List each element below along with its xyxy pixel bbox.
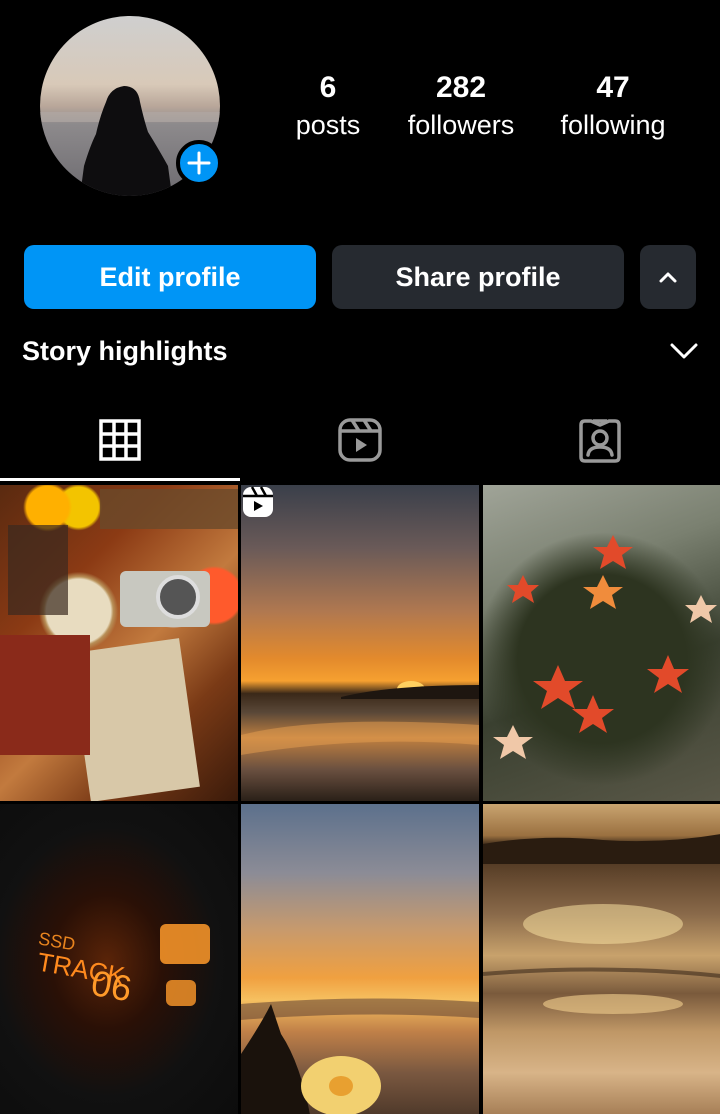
chevron-up-icon bbox=[659, 272, 677, 283]
tab-tagged[interactable] bbox=[480, 398, 720, 482]
reels-icon bbox=[338, 418, 382, 462]
post-thumbnail[interactable] bbox=[241, 804, 479, 1114]
sunset-flower-image bbox=[241, 998, 479, 1114]
tagged-icon bbox=[579, 419, 621, 463]
suggested-toggle-button[interactable] bbox=[640, 245, 696, 309]
reels-badge-icon bbox=[243, 486, 273, 517]
display-text-track-number: 06 bbox=[88, 962, 135, 1009]
post-thumbnail[interactable] bbox=[0, 485, 238, 801]
followers-label: followers bbox=[407, 110, 515, 140]
golden-sea-image bbox=[483, 834, 720, 1014]
track-display-image: SSD TRACK 06 bbox=[35, 924, 210, 1009]
posts-label: posts bbox=[295, 110, 361, 140]
profile-stats: 6 posts 282 followers 47 following bbox=[270, 70, 700, 150]
posts-grid: SSD TRACK 06 bbox=[0, 485, 720, 1114]
tab-reels[interactable] bbox=[240, 398, 480, 482]
sunset-beach-image bbox=[241, 681, 479, 755]
chevron-down-icon[interactable] bbox=[668, 338, 700, 364]
stat-posts[interactable]: 6 posts bbox=[284, 70, 372, 144]
profile-avatar[interactable] bbox=[40, 16, 222, 198]
stat-following[interactable]: 47 following bbox=[550, 70, 676, 144]
following-count: 47 bbox=[596, 71, 630, 104]
share-profile-button[interactable]: Share profile bbox=[332, 245, 624, 309]
post-thumbnail[interactable] bbox=[483, 485, 720, 801]
tab-posts-grid[interactable] bbox=[0, 398, 240, 482]
post-thumbnail[interactable]: SSD TRACK 06 bbox=[0, 804, 238, 1114]
posts-count: 6 bbox=[319, 71, 337, 104]
story-highlights-title: Story highlights bbox=[22, 336, 228, 366]
post-thumbnail-reel[interactable] bbox=[241, 485, 479, 801]
grid-icon bbox=[99, 419, 141, 461]
story-highlights-row[interactable]: Story highlights bbox=[22, 330, 702, 372]
post-image-collage bbox=[0, 489, 238, 801]
post-thumbnail[interactable] bbox=[483, 804, 720, 1114]
plus-icon bbox=[187, 151, 211, 175]
add-story-button[interactable] bbox=[176, 140, 222, 186]
profile-tabs bbox=[0, 398, 720, 482]
followers-count: 282 bbox=[435, 71, 487, 104]
starfish-image bbox=[493, 535, 717, 759]
following-label: following bbox=[560, 110, 666, 140]
active-tab-indicator bbox=[0, 478, 240, 481]
profile-header: 6 posts 282 followers 47 following bbox=[0, 0, 720, 230]
stat-followers[interactable]: 282 followers bbox=[398, 70, 524, 144]
edit-profile-button[interactable]: Edit profile bbox=[24, 245, 316, 309]
